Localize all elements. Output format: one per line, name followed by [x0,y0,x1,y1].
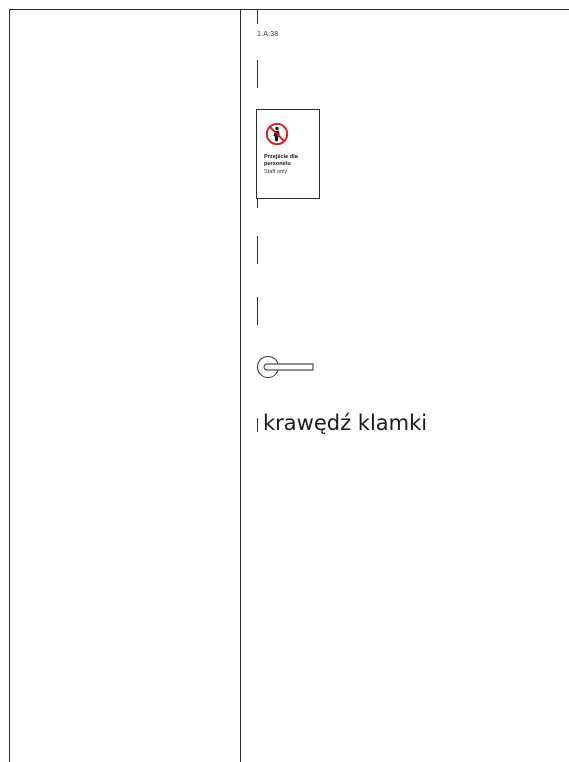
frame-top-line [9,9,569,10]
handle-edge-caption: krawędź klamki [263,411,428,435]
caption-marker [257,418,258,432]
axis-dash [257,10,258,24]
sign-title: Przejście dla personelu [264,154,298,167]
axis-dash [257,236,258,264]
sign-subtitle: Staff only [264,169,288,175]
axis-dash [257,297,258,325]
staff-only-sign: Przejście dla personelu Staff only [256,109,320,199]
axis-dash [257,60,258,88]
room-code-label: 1.A.38 [257,31,279,38]
door-handle-icon [257,356,314,378]
door-edge-line [240,9,241,762]
frame-left-line [9,9,10,762]
axis-dash [257,198,258,208]
no-entry-person-icon [265,122,289,146]
